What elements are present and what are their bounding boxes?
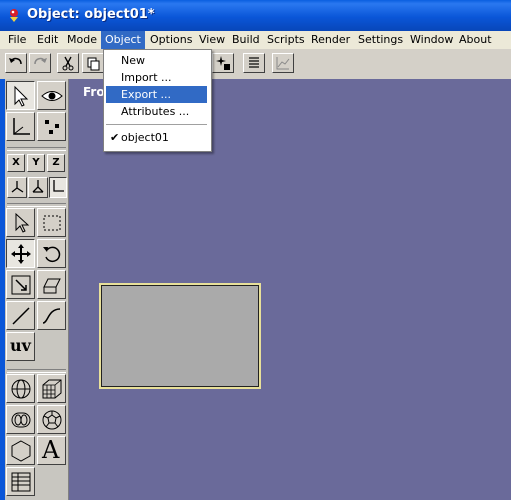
eye-icon (41, 91, 63, 101)
title-bar[interactable]: Object: object01* (0, 0, 511, 31)
menu-object[interactable]: Object (101, 31, 145, 49)
menu-mode[interactable]: Mode (63, 31, 101, 49)
view-tool-button[interactable] (37, 81, 66, 110)
tool-panel: X Y Z uv A (5, 79, 69, 500)
menu-settings[interactable]: Settings (354, 31, 407, 49)
axis-local-button[interactable] (28, 177, 48, 198)
arrow-cursor-icon (14, 85, 29, 107)
undo-icon (9, 57, 22, 65)
polygon-tool-button[interactable] (6, 436, 35, 465)
menu-options[interactable]: Options (146, 31, 196, 49)
scale-icon (11, 275, 31, 295)
axis-y-button[interactable]: Y (27, 154, 45, 172)
menu-view[interactable]: View (195, 31, 229, 49)
dashed-rect-icon (43, 215, 61, 231)
uv-label: uv (10, 336, 31, 355)
table-icon (11, 472, 31, 492)
star-point-icon (216, 56, 230, 70)
object-menu-dropdown: New Import ... Export ... Attributes ...… (103, 49, 212, 152)
select-tool-button[interactable] (6, 81, 35, 110)
axis-z-button[interactable]: Z (47, 154, 65, 172)
axis-tool-button[interactable] (6, 112, 35, 141)
corner-axes-icon (53, 180, 64, 192)
sphere-tool-button[interactable] (6, 374, 35, 403)
axis-icon (13, 118, 30, 135)
pointer-icon (15, 212, 30, 233)
graph-button[interactable] (272, 53, 294, 73)
scissors-icon (62, 56, 74, 71)
menu-scripts[interactable]: Scripts (263, 31, 309, 49)
menu-render[interactable]: Render (307, 31, 354, 49)
points-icon (45, 120, 59, 134)
line-tool-button[interactable] (6, 301, 35, 330)
curve-tool-button[interactable] (37, 301, 66, 330)
hexagon-icon (11, 440, 31, 462)
selected-object[interactable] (99, 283, 261, 389)
scale-tool-button[interactable] (6, 270, 35, 299)
add-light-button[interactable] (212, 53, 234, 73)
rotate-icon (43, 246, 61, 263)
move-tool-button[interactable] (6, 239, 35, 268)
menu-edit[interactable]: Edit (33, 31, 62, 49)
menu-about[interactable]: About (455, 31, 496, 49)
sphere-icon (11, 379, 31, 399)
menu-item-import[interactable]: Import ... (106, 69, 207, 86)
torus-icon (11, 412, 31, 428)
axis-x-button[interactable]: X (7, 154, 25, 172)
menu-bar: File Edit Mode Object Options View Build… (0, 31, 511, 49)
xyz-axes-icon (11, 181, 24, 193)
box-select-button[interactable] (37, 208, 66, 237)
copy-icon (87, 57, 100, 71)
curve-icon (42, 308, 61, 324)
text-tool-button[interactable]: A (37, 436, 66, 465)
menu-build[interactable]: Build (228, 31, 264, 49)
shear-tool-button[interactable] (37, 270, 66, 299)
text-tool-label: A (42, 436, 60, 464)
viewport-label: Fro (83, 85, 105, 99)
graph-icon (276, 57, 290, 70)
list-button[interactable] (243, 53, 265, 73)
menu-separator (106, 124, 207, 125)
line-icon (12, 307, 30, 325)
menu-window[interactable]: Window (406, 31, 457, 49)
polyhedron-tool-button[interactable] (37, 405, 66, 434)
axis-screen-button[interactable] (49, 177, 67, 198)
toolbar (0, 49, 511, 80)
polyhedron-icon (42, 410, 62, 430)
copy-button[interactable] (82, 53, 104, 73)
torus-tool-button[interactable] (6, 405, 35, 434)
menu-item-export[interactable]: Export ... (106, 86, 207, 103)
redo-icon (34, 57, 47, 65)
app-logo-icon (10, 9, 18, 22)
uv-tool-button[interactable]: uv (6, 332, 35, 361)
rotate-tool-button[interactable] (37, 239, 66, 268)
undo-button[interactable] (5, 53, 27, 73)
table-tool-button[interactable] (6, 467, 35, 496)
shear-icon (43, 278, 61, 294)
menu-item-new[interactable]: New (106, 52, 207, 69)
separator (7, 203, 66, 207)
cube-tool-button[interactable] (37, 374, 66, 403)
window-title: Object: object01* (27, 7, 155, 22)
axis-xyz-button[interactable] (7, 177, 27, 198)
pointer-tool-button[interactable] (6, 208, 35, 237)
local-axes-icon (32, 180, 44, 193)
separator (7, 147, 66, 151)
menu-item-object01[interactable]: ✔ object01 (106, 129, 207, 146)
object-entry-label: object01 (121, 131, 169, 144)
list-icon (249, 57, 259, 68)
menu-file[interactable]: File (4, 31, 30, 49)
separator (7, 369, 66, 373)
check-icon: ✔ (110, 131, 120, 144)
points-tool-button[interactable] (37, 112, 66, 141)
menu-item-attributes[interactable]: Attributes ... (106, 103, 207, 120)
move-icon (11, 244, 31, 264)
redo-button[interactable] (29, 53, 51, 73)
cube-grid-icon (42, 379, 62, 399)
cut-button[interactable] (57, 53, 79, 73)
